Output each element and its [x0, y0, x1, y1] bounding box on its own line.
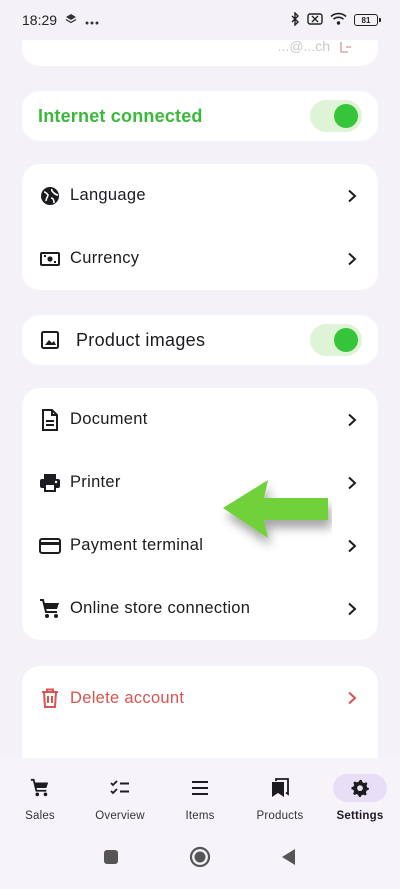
more-dots-icon [85, 12, 99, 28]
list-icon [173, 774, 227, 802]
nav-label: Items [185, 810, 215, 822]
cart-icon [38, 597, 62, 621]
internet-row[interactable]: Internet connected [22, 91, 378, 141]
home-button[interactable] [189, 846, 211, 873]
chevron-right-icon [342, 536, 362, 556]
document-label: Document [70, 410, 148, 428]
checklist-icon [93, 774, 147, 802]
internet-toggle[interactable] [310, 100, 362, 132]
nav-overview[interactable]: Overview [80, 774, 160, 822]
chevron-right-icon [342, 410, 362, 430]
globe-icon [38, 184, 62, 208]
chevron-right-icon [342, 688, 362, 708]
nav-products[interactable]: Products [240, 774, 320, 822]
nav-label: Products [256, 810, 304, 822]
chevron-right-icon [342, 599, 362, 619]
chevron-right-icon [342, 249, 362, 269]
annotation-arrow-icon [223, 480, 328, 538]
internet-label: Internet connected [38, 105, 203, 126]
credit-card-icon [38, 534, 62, 558]
bluetooth-icon [290, 10, 300, 29]
status-bar: 18:29 81 [0, 0, 400, 40]
nav-label: Settings [336, 810, 384, 822]
chevron-right-icon [342, 473, 362, 493]
gear-icon [333, 774, 387, 802]
language-label: Language [70, 186, 146, 204]
system-navigation [0, 830, 400, 889]
no-sim-icon [307, 12, 323, 28]
product-images-label: Product images [76, 329, 206, 350]
recents-button[interactable] [103, 849, 119, 870]
product-images-card: Product images [22, 315, 378, 365]
bottom-navigation: Sales Overview Items Products Settings [0, 758, 400, 830]
nav-items[interactable]: Items [160, 774, 240, 822]
account-card: ...@...ch [22, 40, 378, 66]
layers-icon [65, 12, 77, 28]
delete-account-label: Delete account [70, 688, 185, 707]
product-images-row[interactable]: Product images [22, 315, 378, 365]
online-store-label: Online store connection [70, 599, 251, 617]
cart-icon [13, 774, 67, 802]
chevron-right-icon [342, 186, 362, 206]
settings-list[interactable]: ...@...ch Internet connected Language Cu… [0, 40, 400, 758]
bookmarks-icon [253, 774, 307, 802]
currency-label: Currency [70, 249, 140, 267]
wifi-icon [330, 12, 347, 28]
product-images-toggle[interactable] [310, 324, 362, 356]
online-store-row[interactable]: Online store connection [22, 577, 378, 640]
banknote-icon [38, 247, 62, 271]
general-card: Language Currency [22, 164, 378, 290]
nav-sales[interactable]: Sales [0, 774, 80, 822]
nav-label: Overview [95, 810, 145, 822]
battery-indicator: 81 [354, 14, 381, 26]
danger-card: Delete account [22, 666, 378, 758]
currency-row[interactable]: Currency [22, 227, 378, 290]
image-icon [38, 328, 62, 352]
trash-icon [38, 686, 62, 710]
document-icon [38, 408, 62, 432]
printer-icon [38, 471, 62, 495]
account-email: ...@...ch [277, 40, 330, 54]
status-time: 18:29 [22, 12, 58, 28]
internet-card: Internet connected [22, 91, 378, 141]
nav-settings[interactable]: Settings [320, 774, 400, 822]
back-button[interactable] [281, 848, 297, 871]
language-row[interactable]: Language [22, 164, 378, 227]
document-row[interactable]: Document [22, 388, 378, 451]
nav-label: Sales [25, 810, 55, 822]
delete-account-row[interactable]: Delete account [22, 666, 378, 730]
logout-icon[interactable] [340, 40, 352, 59]
